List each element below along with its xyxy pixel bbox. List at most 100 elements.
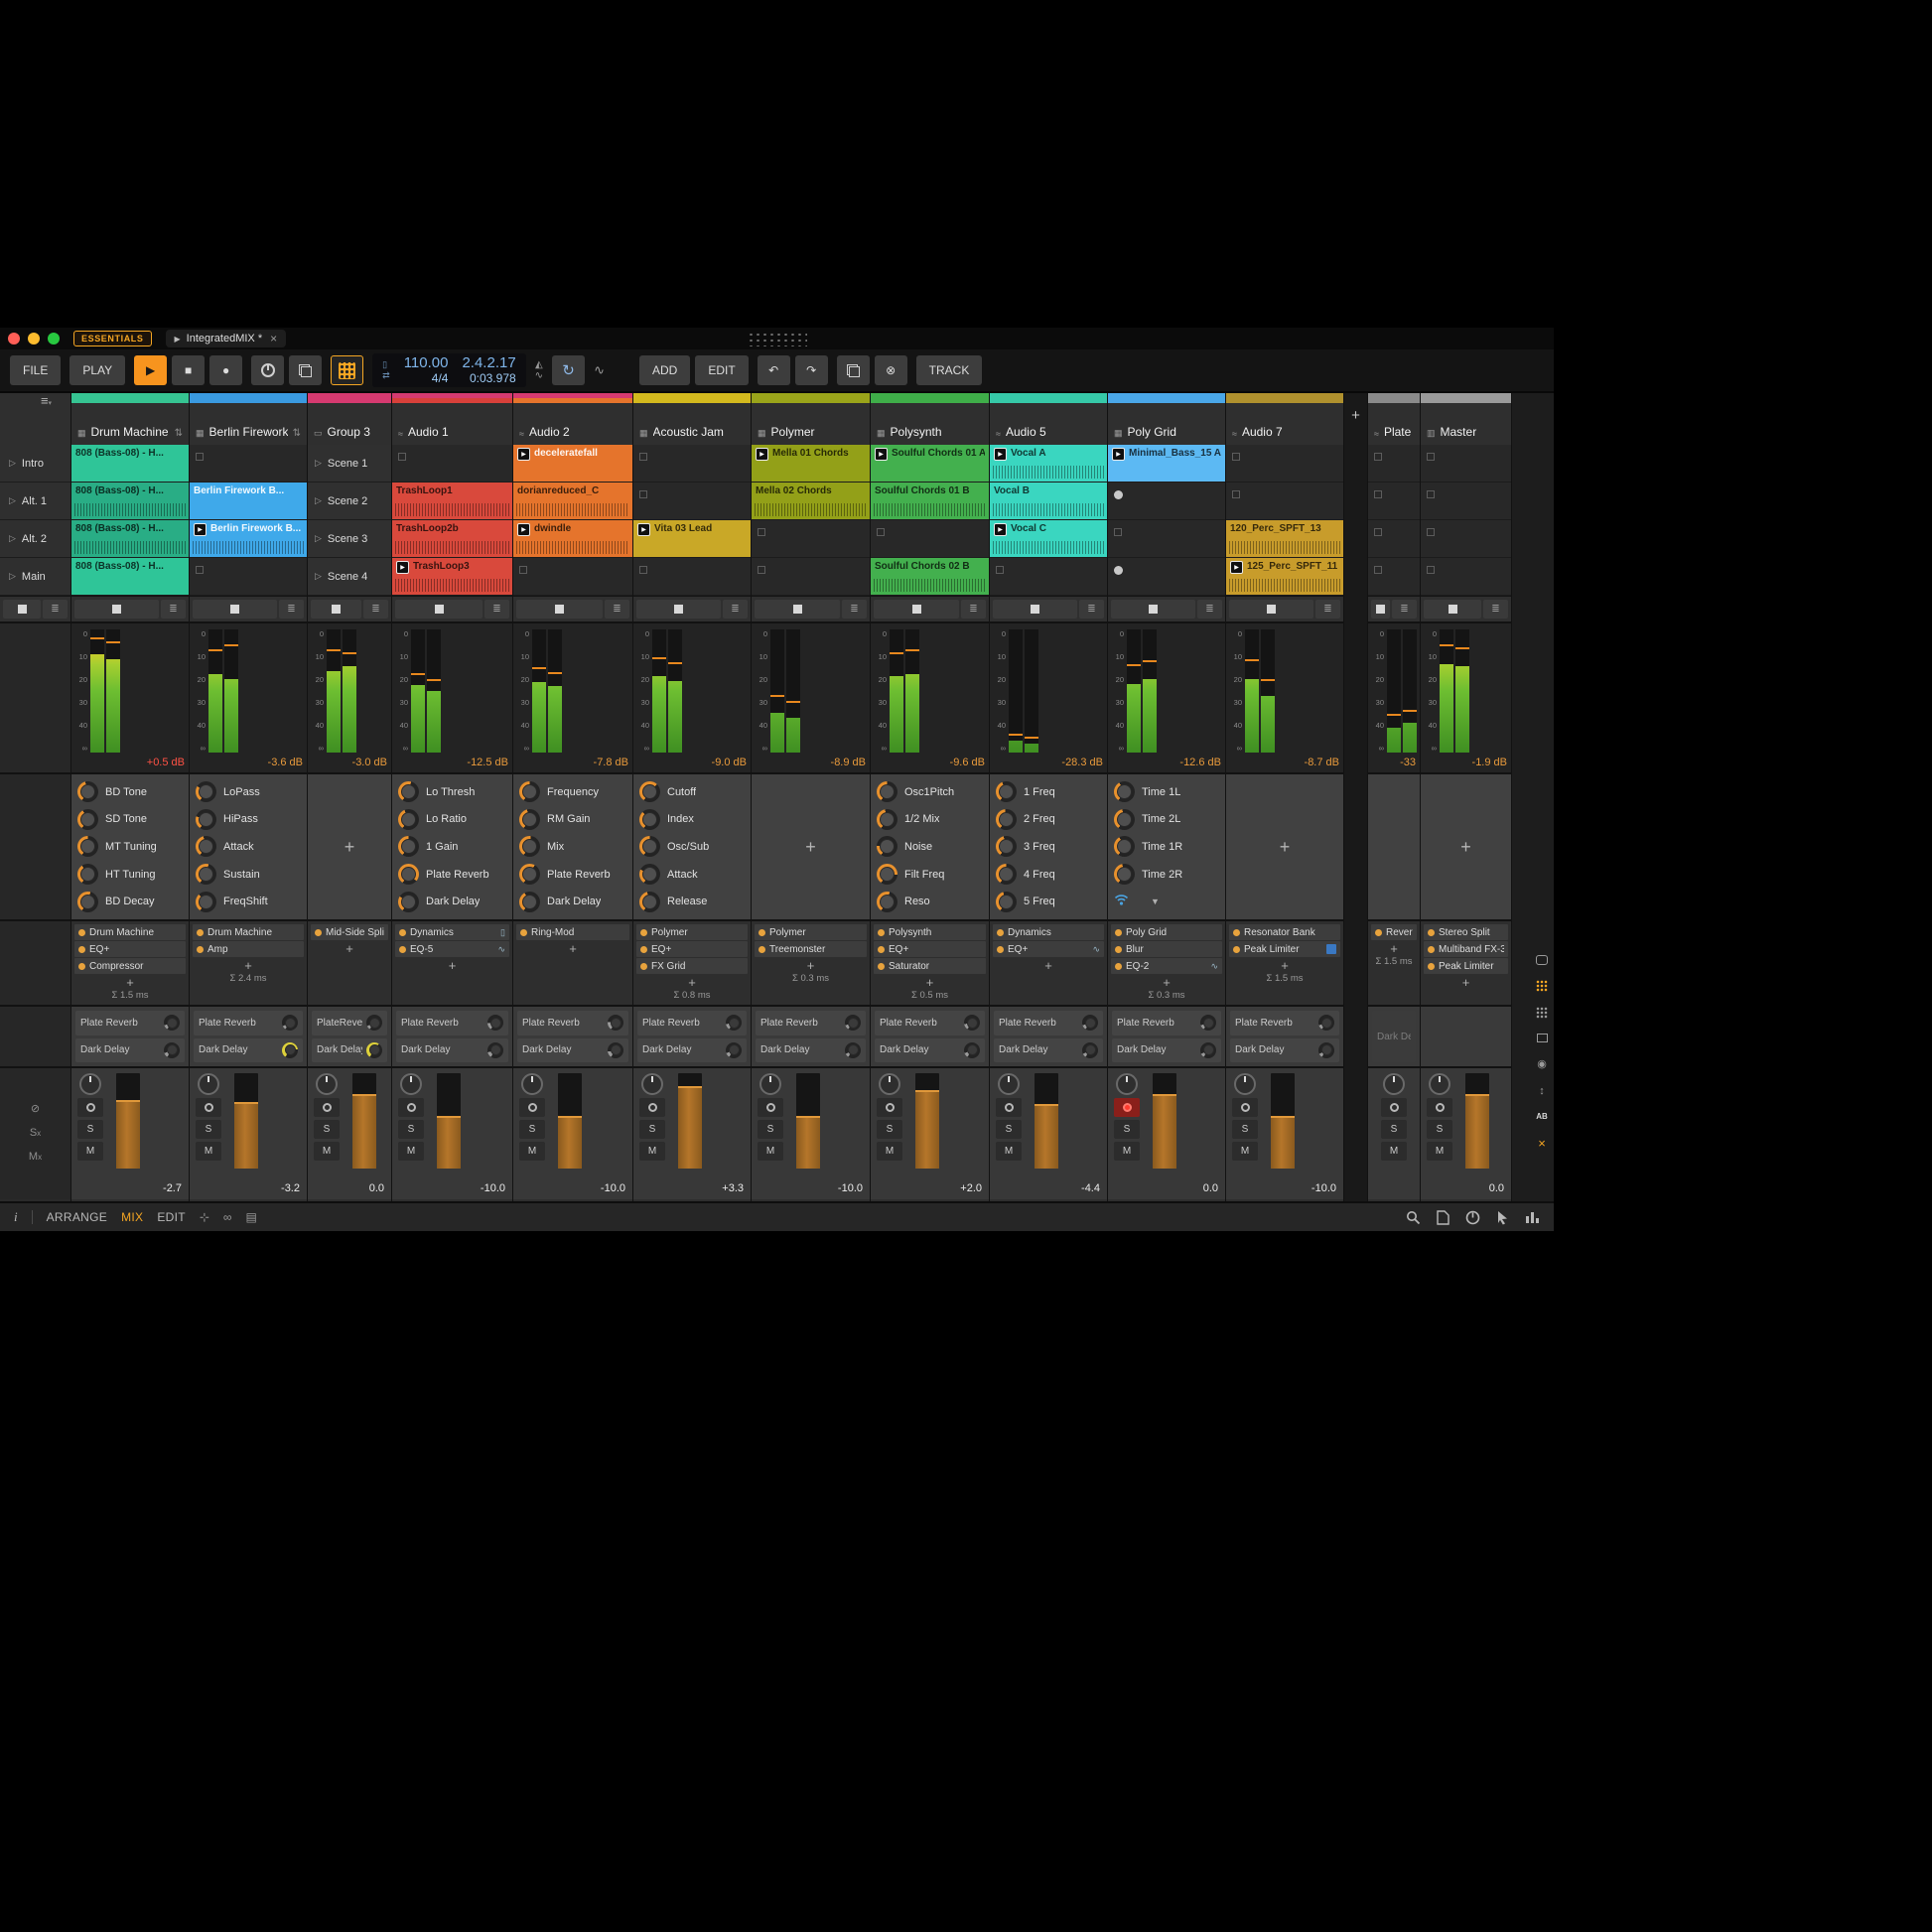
send-plate-reverb[interactable]: Plate Reverb [75,1011,185,1035]
knob-index[interactable] [639,809,660,830]
clip-slot[interactable] [1421,483,1511,519]
clip-slot[interactable] [752,558,870,595]
clip-stop-button[interactable] [516,600,603,619]
device-enable-dot[interactable] [1115,963,1122,970]
clip-slot[interactable]: Berlin Firework B... [190,483,307,519]
automation-write-button[interactable] [251,355,284,385]
clip-slot[interactable]: ▶Vita 03 Lead [633,520,751,557]
clip-slot[interactable] [1368,445,1420,482]
device-enable-dot[interactable] [759,929,765,936]
track-header[interactable]: ≈Audio 1 [392,393,512,445]
knob-sustain[interactable] [196,864,216,885]
send-dark-delay[interactable]: Dark Delay [1230,1038,1339,1063]
solo-button[interactable]: S [398,1120,424,1139]
knob-mix[interactable] [519,836,540,857]
clip-slot[interactable]: TrashLoop2b [392,520,512,557]
knob-release[interactable] [639,892,660,912]
device-stereo-split[interactable]: Stereo Split [1424,924,1508,940]
clip-stop-button[interactable] [74,600,159,619]
knob-5-freq[interactable] [996,892,1017,912]
volume-fader[interactable] [116,1073,140,1169]
clip-slot[interactable]: ▶deceleratefall [513,445,632,482]
send-dark-delay[interactable]: Dark Delay [1112,1038,1221,1063]
device-polymer[interactable]: Polymer [755,924,867,940]
device-enable-dot[interactable] [399,946,406,953]
add-device-button[interactable]: + [993,958,1104,973]
pan-knob[interactable] [641,1073,663,1095]
device-eq[interactable]: EQ+ [636,941,748,957]
send-dark-delay[interactable]: Dark Delay [1372,1011,1416,1062]
stop-all-clips-button[interactable] [3,600,41,619]
comments-panel-icon[interactable] [1536,955,1548,965]
arm-button[interactable] [1427,1098,1452,1117]
mixer-panel-icon[interactable] [1525,1210,1540,1224]
knob-rm-gain[interactable] [519,809,540,830]
clip-slot[interactable]: ▶Vocal A [990,445,1107,482]
track-menu-button[interactable]: TRACK [916,355,983,385]
add-button[interactable]: ADD [639,355,690,385]
device-blur[interactable]: Blur [1111,941,1222,957]
arm-button[interactable] [877,1098,902,1117]
shuffle-icon[interactable]: ⇄ [382,371,390,380]
add-device-button[interactable]: + [395,958,509,973]
clip-stop-button[interactable] [1371,600,1390,619]
knob-mt-tuning[interactable] [77,836,98,857]
launcher-overdub-button[interactable] [289,355,322,385]
device-enable-dot[interactable] [1428,963,1435,970]
solo-button[interactable]: S [639,1120,665,1139]
clip-play-icon[interactable]: ▶ [1230,561,1243,574]
device-enable-dot[interactable] [878,946,885,953]
track-menu-button[interactable]: ≣ [484,600,509,619]
file-browser-icon[interactable] [1437,1210,1449,1225]
device-resonator-bank[interactable]: Resonator Bank [1229,924,1340,940]
arm-button[interactable] [758,1098,783,1117]
clear-solo-icon[interactable]: Sx [30,1127,41,1139]
send-plate-reverb[interactable]: Plate Reverb [517,1011,628,1035]
clip-play-icon[interactable]: ▶ [517,448,530,461]
clip-slot[interactable]: TrashLoop1 [392,483,512,519]
knob-noise[interactable] [877,836,897,857]
add-remote-controls-button[interactable]: + [1460,837,1471,858]
solo-button[interactable]: S [314,1120,340,1139]
tab-edit[interactable]: EDIT [157,1210,186,1224]
send-platereverb[interactable]: PlateReverb [312,1011,387,1035]
clip-slot[interactable]: ▷Scene 4 [308,558,391,595]
clip-stop-button[interactable] [755,600,840,619]
knob-2-freq[interactable] [996,809,1017,830]
pan-knob[interactable] [759,1073,781,1095]
clip-slot[interactable]: ▶Vocal C [990,520,1107,557]
device-enable-dot[interactable] [197,946,204,953]
browser-panel-icon[interactable] [1536,980,1548,992]
device-compressor[interactable]: Compressor [74,958,186,974]
device-enable-dot[interactable] [1115,929,1122,936]
time-signature-display[interactable]: 4/4 [432,372,449,386]
add-device-button[interactable]: + [74,975,186,990]
send-plate-reverb[interactable]: Plate Reverb [396,1011,508,1035]
knob-hipass[interactable] [196,809,216,830]
device-enable-dot[interactable] [197,929,204,936]
send-plate-reverb[interactable]: Plate Reverb [875,1011,985,1035]
info-icon[interactable]: i [14,1209,18,1225]
clip-slot[interactable]: Soulful Chords 02 B [871,558,989,595]
track-header[interactable]: ≈Audio 2 [513,393,632,445]
knob-1-freq[interactable] [996,781,1017,802]
clip-slot[interactable]: ▷Scene 2 [308,483,391,519]
track-list-menu-icon[interactable]: ≡▾ [41,393,52,408]
clip-stop-button[interactable] [1111,600,1195,619]
groove-button[interactable] [331,355,363,385]
device-enable-dot[interactable] [759,946,765,953]
send-knob[interactable] [1200,1042,1216,1058]
knob-plate-reverb[interactable] [398,864,419,885]
track-header[interactable]: ▦Berlin Firework Kit⇅ [190,393,307,445]
mute-button[interactable]: M [519,1142,545,1161]
device-enable-dot[interactable] [1428,929,1435,936]
scene-launch-main[interactable]: ▷ Main [0,558,70,595]
track-header[interactable]: ▦Acoustic Jam [633,393,751,445]
add-device-button[interactable]: + [193,958,304,973]
clip-slot[interactable] [1226,483,1343,519]
send-knob[interactable] [487,1042,503,1058]
clip-slot[interactable]: ▶dwindle [513,520,632,557]
device-drum-machine[interactable]: Drum Machine [74,924,186,940]
clip-slot[interactable]: dorianreduced_C [513,483,632,519]
mute-button[interactable]: M [996,1142,1022,1161]
